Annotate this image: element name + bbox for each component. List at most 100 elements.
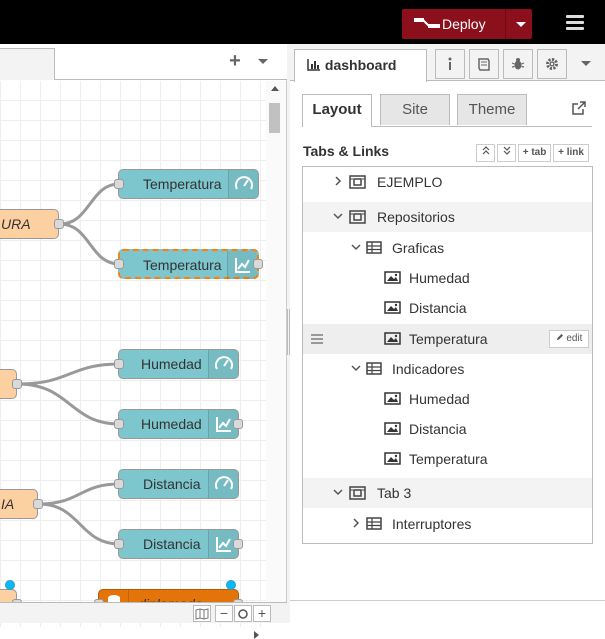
tree-label: Graficas (392, 240, 445, 256)
collapse-all-button[interactable] (476, 144, 495, 162)
expand-all-button[interactable] (497, 144, 516, 162)
scroll-right-icon[interactable] (254, 631, 259, 639)
tree-group-row[interactable]: Graficas (303, 233, 592, 263)
header-bar: Deploy (0, 0, 605, 44)
input-port[interactable] (114, 359, 124, 369)
function-node[interactable]: URA (0, 209, 59, 239)
tab-dashboard[interactable]: dashboard (294, 49, 427, 82)
zoom-out-button[interactable]: − (215, 605, 233, 622)
temperatura-chart-node[interactable]: Temperatura (118, 249, 259, 279)
tab-frame-icon (349, 210, 366, 224)
tab-site[interactable]: Site (380, 94, 450, 125)
chevron-right-icon[interactable] (350, 517, 362, 529)
tree-widget-row[interactable]: Distancia (303, 293, 592, 323)
flow-list-caret-icon[interactable] (258, 59, 268, 64)
gear-icon[interactable] (537, 49, 567, 79)
info-icon[interactable] (435, 49, 465, 79)
tree-widget-row[interactable]: Humedad (303, 384, 592, 414)
tree-widget-row[interactable]: Temperatura (303, 444, 592, 474)
edit-label: edit (566, 333, 583, 344)
table-icon (366, 362, 382, 375)
chevron-down-icon[interactable] (332, 210, 344, 222)
temperatura-gauge-node[interactable]: Temperatura (118, 169, 259, 199)
tree-label: EJEMPLO (377, 174, 443, 190)
scroll-up-icon[interactable] (271, 86, 279, 91)
tab-dashboard-label: dashboard (324, 57, 397, 73)
tree-label: Tab 3 (377, 485, 412, 501)
tree-label: Indicadores (392, 361, 465, 377)
tree-tab-row[interactable]: EJEMPLO (303, 167, 592, 197)
tree-label: Temperatura (409, 331, 488, 347)
output-port[interactable] (33, 499, 43, 509)
workspace-flow-tab[interactable] (0, 48, 55, 80)
humedad-gauge-node[interactable]: Humedad (118, 349, 239, 379)
sidebar-footer (290, 600, 605, 623)
debug-bug-icon[interactable] (503, 49, 533, 79)
workspace: + URA IA Temperatura Temperatura Humedad… (0, 44, 287, 639)
tree-widget-row[interactable]: Distancia (303, 414, 592, 444)
scrollbar-thumb[interactable] (269, 103, 280, 133)
add-flow-icon[interactable]: + (225, 50, 245, 72)
zoom-in-button[interactable]: + (253, 605, 271, 622)
add-tab-label: tab (531, 147, 547, 158)
gauge-icon (208, 350, 238, 378)
input-port[interactable] (114, 419, 124, 429)
changed-indicator-dot (226, 580, 236, 590)
output-port[interactable] (233, 539, 243, 549)
table-icon (366, 517, 382, 530)
image-icon (384, 301, 401, 314)
workspace-tab-bar: + (0, 44, 287, 80)
open-dashboard-link-icon[interactable] (572, 101, 586, 115)
tree-tab-row[interactable]: Repositorios (303, 202, 592, 232)
deploy-menu-caret-icon[interactable] (516, 22, 526, 27)
distancia-gauge-node[interactable]: Distancia (118, 469, 239, 499)
sidebar-tab-bar: dashboard (290, 44, 605, 82)
output-port[interactable] (54, 219, 64, 229)
book-icon[interactable] (469, 49, 499, 79)
tab-frame-icon (349, 175, 366, 189)
tree-group-row[interactable]: Indicadores (303, 354, 592, 384)
output-port[interactable] (253, 259, 263, 269)
image-icon (384, 332, 401, 345)
distancia-chart-node[interactable]: Distancia (118, 529, 239, 559)
gauge-icon (208, 470, 238, 498)
tree-label: Temperatura (409, 451, 488, 467)
input-port[interactable] (114, 539, 124, 549)
tree-widget-row[interactable]: Humedad (303, 263, 592, 293)
deploy-button[interactable]: Deploy (402, 9, 532, 39)
main-menu-button[interactable] (560, 12, 590, 34)
output-port[interactable] (12, 379, 22, 389)
navigator-map-icon[interactable] (193, 605, 211, 622)
output-port[interactable] (233, 419, 243, 429)
input-port[interactable] (114, 479, 124, 489)
chevron-down-icon[interactable] (350, 362, 362, 374)
add-link-button[interactable]: + link (553, 144, 589, 162)
canvas-vertical-scrollbar[interactable] (266, 81, 286, 619)
tab-theme[interactable]: Theme (457, 94, 527, 125)
image-icon (384, 422, 401, 435)
dashboard-sub-tabs: Layout Site Theme (302, 94, 592, 127)
add-tab-button[interactable]: + tab (518, 144, 551, 162)
input-port[interactable] (114, 259, 124, 269)
humedad-chart-node[interactable]: Humedad (118, 409, 239, 439)
edit-button[interactable]: edit (549, 330, 589, 348)
tab-layout[interactable]: Layout (302, 94, 372, 127)
input-port[interactable] (114, 179, 124, 189)
chevron-down-icon[interactable] (332, 486, 344, 498)
add-link-label: link (566, 147, 584, 158)
tree-label: Humedad (409, 270, 470, 286)
tree-tab-row[interactable]: Tab 3 (303, 478, 592, 508)
drag-handle-icon[interactable] (311, 334, 323, 346)
zoom-reset-button[interactable] (234, 605, 252, 622)
deploy-icon (402, 9, 442, 39)
tree-widget-row[interactable]: Temperatura edit (303, 324, 592, 354)
sidebar: dashboard Layout Site Theme Tabs & Links… (290, 44, 605, 623)
deploy-label: Deploy (442, 16, 486, 32)
chevron-right-icon[interactable] (332, 175, 344, 187)
image-icon (384, 392, 401, 405)
image-icon (384, 271, 401, 284)
flow-canvas[interactable]: URA IA Temperatura Temperatura Humedad H… (0, 81, 266, 627)
tree-group-row[interactable]: Interruptores (303, 509, 592, 539)
sidebar-menu-caret-icon[interactable] (581, 61, 591, 66)
chevron-down-icon[interactable] (350, 241, 362, 253)
